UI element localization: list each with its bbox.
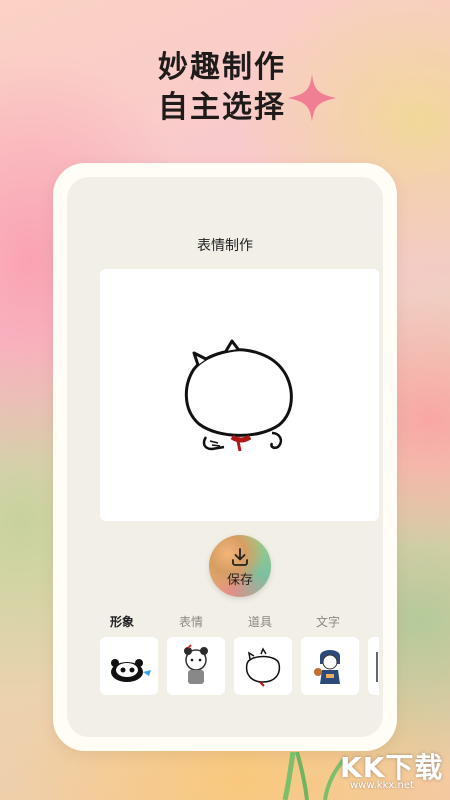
save-button[interactable]: 保存	[209, 535, 271, 597]
category-tabs: 形象 表情 道具 文字	[89, 613, 383, 633]
editor-title: 表情制作	[197, 238, 253, 254]
watermark-url: www.kkx.net	[350, 780, 414, 791]
save-label: 保存	[226, 573, 253, 588]
thumbnail-item[interactable]	[368, 637, 379, 695]
thumbnail-item[interactable]	[301, 637, 359, 695]
tab-props[interactable]: 道具	[248, 613, 272, 630]
download-icon	[232, 548, 248, 566]
cat-sticker-preview	[184, 339, 293, 452]
partial-sticker-icon	[376, 652, 378, 682]
hero-line-1: 妙趣制作	[158, 50, 286, 85]
tab-text[interactable]: 文字	[316, 613, 340, 630]
phone-card: 表情制作 保存 形象 表情 道具 文字	[53, 163, 397, 751]
tab-appearance[interactable]: 形象	[110, 613, 134, 630]
girl-sticker-icon	[184, 644, 208, 684]
sticker-canvas[interactable]	[100, 269, 379, 521]
hero-heading: 妙趣制作 自主选择	[158, 48, 286, 128]
hooded-figure-sticker-icon	[314, 650, 340, 684]
sticker-thumbnails	[100, 637, 379, 697]
panda-sticker-icon	[111, 659, 151, 682]
cat-sticker-icon	[245, 647, 281, 687]
watermark-logo: KK下载 www.kkx.net	[340, 742, 450, 800]
hero-line-2: 自主选择	[158, 90, 286, 125]
thumbnail-item[interactable]	[167, 637, 225, 695]
editor-panel: 表情制作 保存 形象 表情 道具 文字	[67, 177, 383, 737]
thumbnail-item[interactable]	[100, 637, 158, 695]
sparkle-star-icon	[288, 74, 336, 122]
tab-expression[interactable]: 表情	[179, 613, 203, 630]
thumbnail-item[interactable]	[234, 637, 292, 695]
